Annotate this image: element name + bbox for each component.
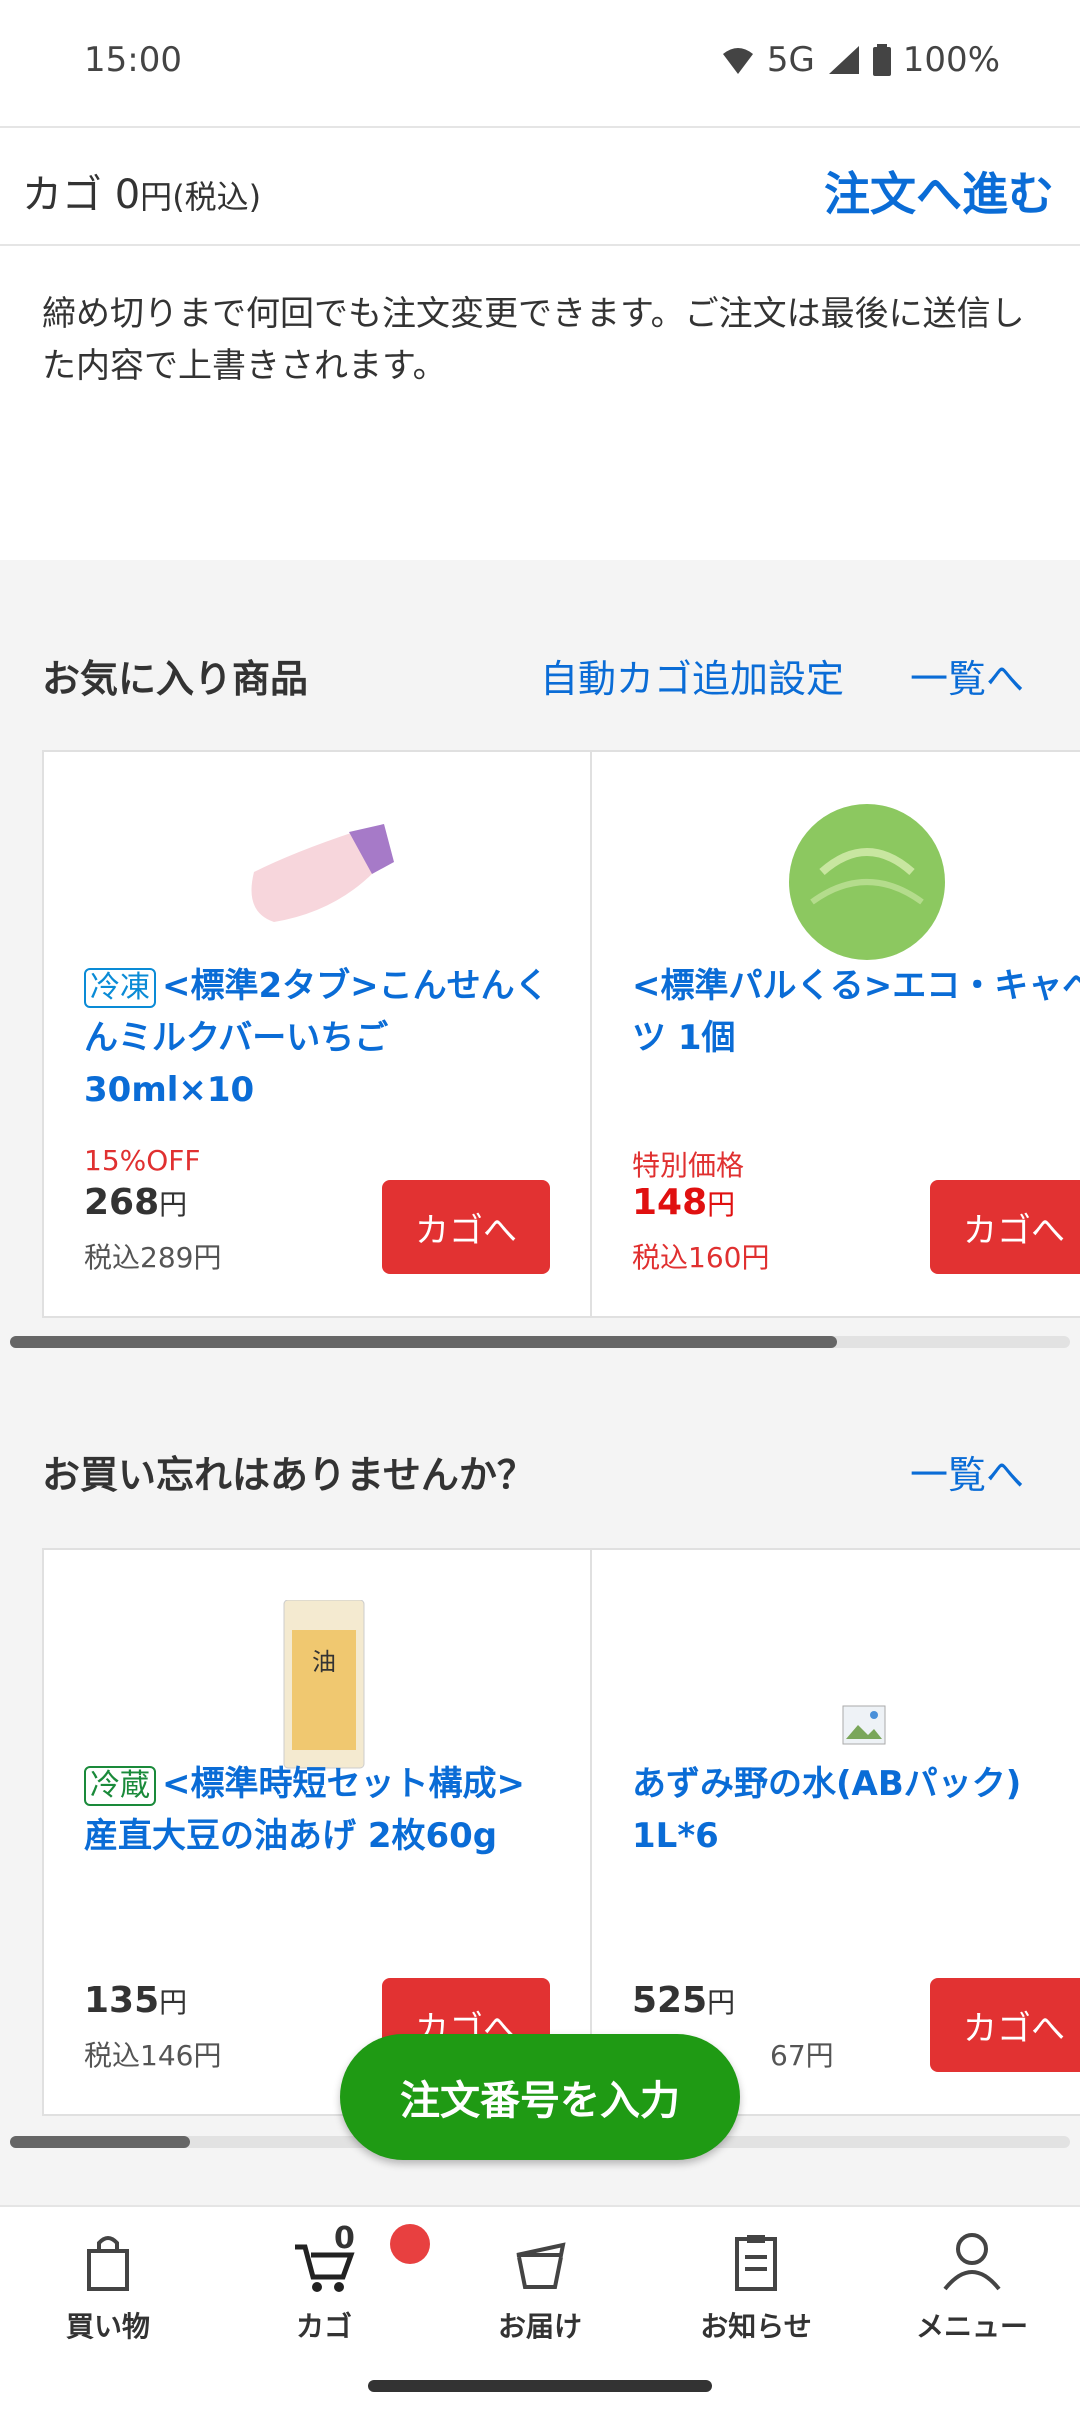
forgotten-carousel[interactable]: 油 冷蔵 <標準時短セット構成>産直大豆の油あげ 2枚60g 135円 税込146…	[42, 1548, 1080, 2116]
price-value: 525	[632, 1980, 708, 2021]
product-price: 135円	[84, 1980, 187, 2021]
add-to-cart-button[interactable]: カゴへ	[930, 1978, 1080, 2072]
shopping-bag-icon	[87, 2236, 129, 2291]
forgotten-items-title: お買い忘れはありませんか？	[42, 1453, 535, 1497]
chilled-tag: 冷蔵	[84, 1766, 156, 1806]
nav-label: カゴ	[295, 2310, 352, 2343]
add-to-cart-button[interactable]: カゴへ	[382, 1180, 550, 1274]
nav-menu[interactable]: メニュー	[872, 2227, 1072, 2345]
status-icons: 5G 100%	[721, 40, 1000, 80]
favorites-title: お気に入り商品	[42, 657, 309, 701]
person-icon	[943, 2233, 1001, 2291]
product-title[interactable]: あずみ野の水(ABパック) 1L*6	[632, 1758, 1080, 1862]
product-price: 148円	[632, 1182, 735, 1223]
favorites-carousel[interactable]: 冷凍 <標準2タブ>こんせんくんミルクバーいちご 30ml×10 15%OFF 2…	[42, 750, 1080, 1318]
tax-included-price: 税込146円	[84, 2039, 222, 2072]
product-card[interactable]: 油 冷蔵 <標準時短セット構成>産直大豆の油あげ 2枚60g 135円 税込146…	[42, 1548, 592, 2116]
status-time: 15:00	[84, 40, 182, 80]
price-unit: 円	[159, 1188, 188, 1221]
fried-tofu-icon: 油	[283, 1600, 365, 1769]
price-value: 268	[84, 1182, 160, 1223]
signal-icon	[828, 46, 859, 74]
product-card[interactable]: 冷凍 <標準2タブ>こんせんくんミルクバーいちご 30ml×10 15%OFF 2…	[42, 750, 592, 1318]
delivery-box-icon	[516, 2242, 566, 2289]
broken-image-icon	[842, 1705, 886, 1745]
nav-label: メニュー	[915, 2310, 1028, 2343]
price-value: 148	[632, 1182, 708, 1223]
cart-count: 0	[334, 2221, 355, 2256]
tax-included-price: 67円	[770, 2039, 834, 2072]
forgotten-see-all-link[interactable]: 一覧へ	[910, 1444, 1024, 1499]
discount-label: 15%OFF	[84, 1144, 201, 1177]
tax-included-price: 税込160円	[632, 1241, 770, 1274]
price-unit: 円	[159, 1986, 188, 2019]
cabbage-icon	[789, 804, 945, 960]
price-unit: 円	[707, 1986, 736, 2019]
nav-shopping[interactable]: 買い物	[8, 2227, 208, 2345]
product-price: 268円	[84, 1182, 187, 1223]
notice-clipboard-icon	[735, 2235, 777, 2291]
nav-label: お知らせ	[700, 2310, 812, 2343]
notification-dot	[390, 2224, 430, 2264]
price-value: 135	[84, 1980, 160, 2021]
product-price: 525円	[632, 1980, 735, 2021]
scrollbar-thumb[interactable]	[10, 2136, 191, 2148]
product-title[interactable]: <標準パルくる>エコ・キャベツ 1個	[632, 960, 1080, 1064]
home-indicator[interactable]	[368, 2380, 712, 2392]
battery-label: 100%	[902, 40, 1000, 80]
product-name: あずみ野の水(ABパック) 1L*6	[632, 1764, 1022, 1856]
nav-notices[interactable]: お知らせ	[656, 2227, 856, 2345]
product-name: <標準パルくる>エコ・キャベツ 1個	[632, 966, 1080, 1058]
cart-unit: 円	[140, 178, 173, 216]
nav-label: 買い物	[65, 2310, 150, 2343]
favorites-see-all-link[interactable]: 一覧へ	[910, 648, 1024, 703]
special-price-label: 特別価格	[632, 1149, 745, 1182]
network-label: 5G	[766, 40, 815, 80]
auto-cart-settings-link[interactable]: 自動カゴ追加設定	[540, 648, 844, 703]
product-title[interactable]: 冷蔵 <標準時短セット構成>産直大豆の油あげ 2枚60g	[84, 1758, 554, 1862]
frozen-tag: 冷凍	[84, 968, 156, 1008]
svg-text:油: 油	[312, 1648, 336, 1676]
nav-label: お届け	[497, 2310, 582, 2343]
product-card[interactable]: <標準パルくる>エコ・キャベツ 1個 特別価格 148円 税込160円 カゴへ	[590, 750, 1080, 1318]
checkout-link[interactable]: 注文へ進む	[824, 158, 1054, 224]
cart-summary-bar: カゴ 0円(税込) 注文へ進む	[0, 126, 1080, 246]
tax-included-price: 税込289円	[84, 1241, 222, 1274]
add-to-cart-button[interactable]: カゴへ	[930, 1180, 1080, 1274]
product-title[interactable]: 冷凍 <標準2タブ>こんせんくんミルクバーいちご 30ml×10	[84, 960, 554, 1116]
price-unit: 円	[707, 1188, 736, 1221]
favorites-scrollbar[interactable]	[10, 1336, 1070, 1348]
cart-tax-note: (税込)	[172, 178, 262, 216]
battery-icon	[872, 44, 891, 76]
cart-total: カゴ 0円(税込)	[22, 162, 261, 220]
nav-delivery[interactable]: お届け	[440, 2227, 640, 2345]
order-change-notice: 締め切りまで何回でも注文変更できます。ご注文は最後に送信した内容で上書きされます…	[42, 294, 1025, 386]
cart-label: カゴ	[22, 172, 102, 218]
status-bar: 15:00 5G 100%	[0, 0, 1080, 124]
milk-bar-icon	[251, 824, 394, 922]
wifi-icon	[722, 48, 753, 74]
cart-amount: 0	[114, 172, 141, 218]
enter-order-number-button[interactable]: 注文番号を入力	[340, 2034, 740, 2160]
scrollbar-thumb[interactable]	[10, 1336, 837, 1348]
product-card[interactable]: あずみ野の水(ABパック) 1L*6 525円 67円 カゴへ	[590, 1548, 1080, 2116]
